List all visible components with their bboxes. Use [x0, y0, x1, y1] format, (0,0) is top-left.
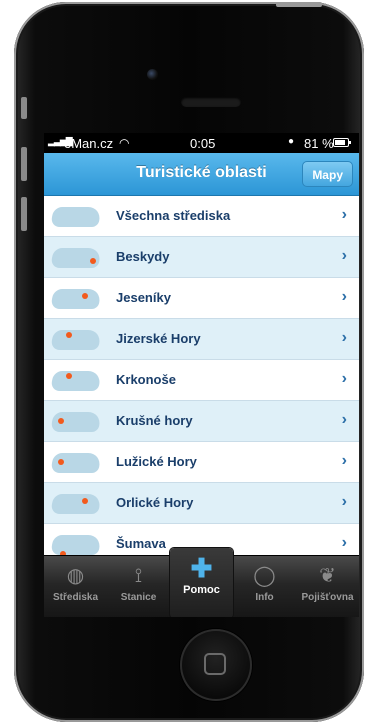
list-item[interactable]: Krušné hory ›: [44, 401, 359, 442]
chevron-right-icon: ›: [341, 534, 347, 551]
list-item-label: Lužické Hory: [116, 454, 197, 469]
tab-bar: ◍ Střediska ⟟ Stanice ✚ Pomoc ◯ Info ❦ Pojišťovna: [44, 548, 359, 617]
mute-switch: [21, 97, 27, 119]
list-item-label: Krkonoše: [116, 372, 176, 387]
region-marker: [90, 258, 96, 264]
list-item[interactable]: Lužické Hory ›: [44, 442, 359, 483]
tab-label: Střediska: [52, 592, 99, 603]
wifi-icon: ◠: [119, 136, 130, 150]
region-map-icon: [49, 203, 103, 229]
chevron-right-icon: ›: [341, 247, 347, 264]
antenna-icon: ⟟: [134, 565, 143, 587]
tab-střediska[interactable]: ◍ Střediska: [44, 556, 107, 617]
chevron-right-icon: ›: [341, 288, 347, 305]
list-item-label: Všechna střediska: [116, 208, 231, 223]
list-item[interactable]: Krkonoše ›: [44, 360, 359, 401]
volume-up-button: [21, 147, 27, 181]
region-map-icon: [49, 449, 103, 475]
screen: ▂▃▅▇ eMan.cz ◠ 0:05 ● 81 % Turistické ob…: [44, 133, 359, 617]
leaf-icon: ❦: [319, 565, 336, 587]
list-item[interactable]: Orlické Hory ›: [44, 483, 359, 524]
list-item-label: Šumava: [116, 536, 166, 551]
status-time: 0:05: [190, 136, 216, 151]
list-item-label: Jeseníky: [116, 290, 171, 305]
power-button: [276, 2, 322, 7]
region-map-icon: [49, 367, 103, 393]
globe-icon: ◍: [66, 565, 85, 587]
region-map-icon: [49, 285, 103, 311]
region-marker: [58, 418, 64, 424]
navigation-bar: Turistické oblasti Mapy: [44, 153, 359, 196]
volume-down-button: [21, 197, 27, 231]
chevron-right-icon: ›: [341, 370, 347, 387]
tab-label: Info: [255, 592, 274, 603]
tab-info[interactable]: ◯ Info: [233, 556, 296, 617]
home-button[interactable]: [180, 629, 252, 701]
region-marker: [58, 459, 64, 465]
status-bar: ▂▃▅▇ eMan.cz ◠ 0:05 ● 81 %: [44, 133, 359, 153]
tab-stanice[interactable]: ⟟ Stanice: [107, 556, 170, 617]
chevron-right-icon: ›: [341, 206, 347, 223]
plus-icon: ✚: [190, 553, 213, 583]
list-item-label: Beskydy: [116, 249, 170, 264]
region-map-icon: [49, 326, 103, 352]
list-item[interactable]: Jizerské Hory ›: [44, 319, 359, 360]
list-item[interactable]: Jeseníky ›: [44, 278, 359, 319]
region-map-icon: [49, 408, 103, 434]
region-marker: [66, 373, 72, 379]
region-marker: [66, 332, 72, 338]
list-item[interactable]: Beskydy ›: [44, 237, 359, 278]
chevron-right-icon: ›: [341, 493, 347, 510]
region-map-icon: [49, 490, 103, 516]
chevron-right-icon: ›: [341, 452, 347, 469]
tab-label: Stanice: [120, 592, 157, 603]
list-item-label: Jizerské Hory: [116, 331, 201, 346]
carrier-name: eMan.cz: [64, 136, 114, 151]
battery-icon: [333, 138, 351, 147]
maps-button[interactable]: Mapy: [302, 161, 353, 187]
list-item[interactable]: Všechna střediska ›: [44, 196, 359, 237]
home-square-icon: [204, 653, 226, 675]
region-map-icon: [49, 244, 103, 270]
tab-pomoc[interactable]: ✚ Pomoc: [170, 548, 233, 617]
front-camera: [147, 69, 158, 80]
tab-label: Pomoc: [183, 584, 220, 596]
region-map-icon: [49, 531, 103, 557]
tab-label: Pojišťovna: [301, 592, 354, 603]
chevron-right-icon: ›: [341, 329, 347, 346]
list-item-label: Orlické Hory: [116, 495, 194, 510]
earpiece-speaker: [181, 97, 241, 107]
chevron-right-icon: ›: [341, 411, 347, 428]
region-marker: [82, 498, 88, 504]
speech-bubble-icon: ◯: [253, 565, 276, 587]
rotation-lock-icon: ●: [288, 136, 295, 147]
region-marker: [82, 293, 88, 299]
tab-pojišťovna[interactable]: ❦ Pojišťovna: [296, 556, 359, 617]
list-item-label: Krušné hory: [116, 413, 193, 428]
region-list: Všechna střediska › Beskydy › Jeseníky › Jizer…: [44, 196, 359, 565]
battery-percent: 81 %: [304, 136, 334, 151]
